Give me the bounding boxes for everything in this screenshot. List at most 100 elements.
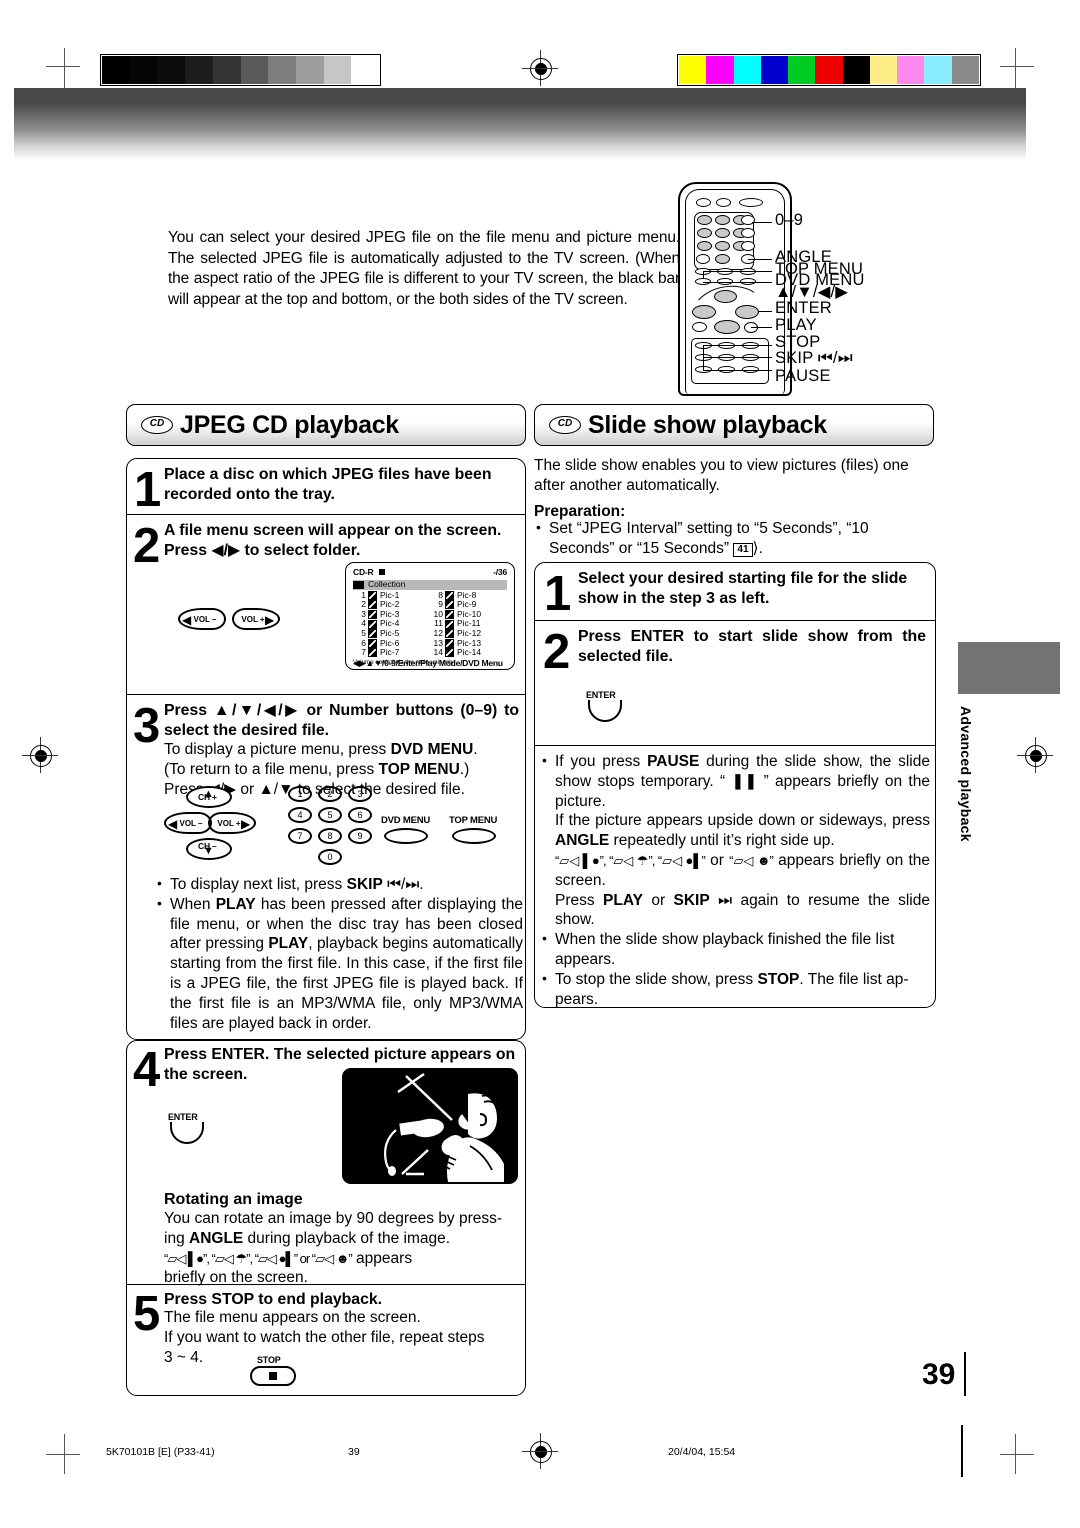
leader-line (751, 327, 772, 329)
osd-left-column: 1 Pic-1 2 Pic-2 3 Pic-3 4 Pic-4 5 Pic-5 6 Pic-6 7 Pic… (353, 590, 430, 658)
step-title-1: Place a disc on which JPEG files have be… (164, 466, 492, 503)
side-tab-block (958, 642, 1060, 694)
remote-label-0-9: 0–9 (775, 211, 804, 229)
folder-icon (353, 580, 364, 589)
osd-disc-type: CD-R (353, 567, 385, 578)
leader-line (703, 370, 772, 372)
leader-line (752, 222, 772, 224)
color-swatch (924, 56, 952, 84)
remote-cursor-up (714, 290, 737, 303)
registration-mark-top (522, 50, 558, 86)
key-number-3[interactable]: 3 (348, 786, 372, 802)
picture-icon (368, 648, 377, 658)
step-5-body: The file menu appears on the screen. If … (164, 1309, 485, 1366)
color-swatch (788, 56, 816, 84)
key-number-1[interactable]: 1 (288, 786, 312, 802)
leader-line (703, 345, 772, 347)
key-number-9[interactable]: 9 (348, 828, 372, 844)
key-stop-label: STOP (257, 1355, 281, 1365)
key-arrow-down-icon: ▼ (203, 845, 214, 857)
rotating-image-body: You can rotate an image by 90 degrees by… (164, 1210, 503, 1287)
color-swatch (679, 56, 707, 84)
leader-line (758, 311, 772, 313)
osd-footer-hint: ◀▶▲▼/0-9/Enter/Play Mode/DVD Menu (353, 657, 503, 668)
remote-number-key (697, 241, 712, 251)
panel-divider (127, 694, 525, 696)
color-swatch (268, 56, 296, 84)
remote-number-key (715, 241, 730, 251)
osd-right-column: 8 Pic-8 9 Pic-9 10 Pic-10 11 Pic-11 12 Pic-12 13 Pi… (430, 590, 507, 658)
slideshow-step-title-2: Press ENTER to start slide show from the… (578, 628, 926, 665)
remote-button (716, 198, 731, 207)
picture-icon (368, 600, 377, 610)
key-number-7[interactable]: 7 (288, 828, 312, 844)
key-number-0[interactable]: 0 (318, 849, 342, 865)
leader-line (703, 282, 772, 284)
gradient-band (14, 88, 1026, 160)
key-vol-minus-label: VOL – (193, 614, 217, 624)
remote-cursor-right (735, 305, 759, 319)
crop-mark-top-left (46, 48, 80, 88)
osd-file-name: Pic-7 (380, 647, 400, 658)
panel-divider (535, 620, 935, 622)
slideshow-step-title-1: Select your desired starting file for th… (578, 570, 908, 607)
remote-number-key (697, 215, 712, 225)
color-swatch (760, 56, 789, 84)
key-top-menu-label: TOP MENU (449, 815, 498, 826)
osd-folder-name: Collection (368, 578, 406, 589)
page-reference: 41 (733, 542, 753, 557)
page-rule (964, 1352, 966, 1396)
singer-illustration (344, 1070, 516, 1182)
remote-number-key-zero (715, 254, 730, 264)
section-title: JPEG CD playback (180, 410, 399, 439)
step-number-3: 3 (133, 699, 161, 753)
key-arrow-left-icon-2: ◀ (168, 817, 178, 831)
step-title-2: A file menu screen will appear on the sc… (164, 522, 502, 559)
sample-picture (342, 1068, 518, 1184)
crop-mark-top-right (1000, 48, 1034, 88)
intro-paragraph: You can select your desired JPEG file on… (168, 229, 680, 308)
leader-line (748, 259, 772, 261)
key-arrow-up-icon: ▲ (203, 788, 214, 800)
registration-mark-right (1017, 737, 1053, 773)
key-dvd-menu (384, 828, 428, 844)
remote-control-illustration: 0–9 ANGLE TOP MENU DVD MENU ▲/▼/◀/▶ ENTE… (678, 182, 978, 397)
key-dvd-menu-label: DVD MENU (381, 815, 431, 826)
picture-icon (368, 590, 377, 600)
osd-file-item[interactable]: 14 Pic-14 (430, 648, 507, 658)
color-swatch (869, 56, 898, 84)
rotating-image-subhead: Rotating an image (164, 1191, 303, 1208)
stop-square-icon (378, 569, 385, 575)
picture-icon (368, 638, 377, 648)
key-number-4[interactable]: 4 (288, 807, 312, 823)
section-header-jpeg-cd-playback: CD JPEG CD playback (126, 404, 526, 446)
osd-file-index: 7 (361, 647, 366, 658)
bullet-item: To stop the slide show, press STOP. The … (540, 969, 930, 1010)
remote-cursor-down (714, 320, 740, 334)
crop-mark-bottom-right (1000, 1434, 1034, 1474)
remote-label-pause: PAUSE (775, 367, 831, 385)
remote-number-key (715, 228, 730, 238)
color-swatch (897, 56, 925, 84)
picture-icon (445, 629, 454, 639)
footer-right: 20/4/04, 15:54 (668, 1446, 736, 1458)
manual-page: You can select your desired JPEG file on… (0, 0, 1080, 1528)
ref-arrow-icon: ⟩ (752, 539, 759, 557)
color-swatch (706, 56, 734, 84)
footer-left: 5K70101B [E] (P33-41) (106, 1446, 215, 1458)
step-number-4: 4 (133, 1043, 161, 1097)
remote-number-key (697, 228, 712, 238)
key-number-6[interactable]: 6 (348, 807, 372, 823)
key-number-5[interactable]: 5 (318, 807, 342, 823)
cd-badge-icon: CD (141, 416, 173, 434)
osd-file-item[interactable]: 7 Pic-7 (353, 648, 430, 658)
picture-icon (445, 619, 454, 629)
key-number-8[interactable]: 8 (318, 828, 342, 844)
preparation-bullet: Set “JPEG Interval” setting to “5 Second… (534, 518, 936, 559)
remote-button (696, 254, 710, 264)
footer-center: 39 (348, 1446, 360, 1458)
key-number-2[interactable]: 2 (318, 786, 342, 802)
key-top-menu (452, 828, 496, 844)
osd-file-menu: CD-R -/36 Collection 1 Pic-1 2 Pic-2 3 Pic-3 4… (345, 562, 515, 670)
slideshow-step-number-2: 2 (543, 625, 571, 679)
